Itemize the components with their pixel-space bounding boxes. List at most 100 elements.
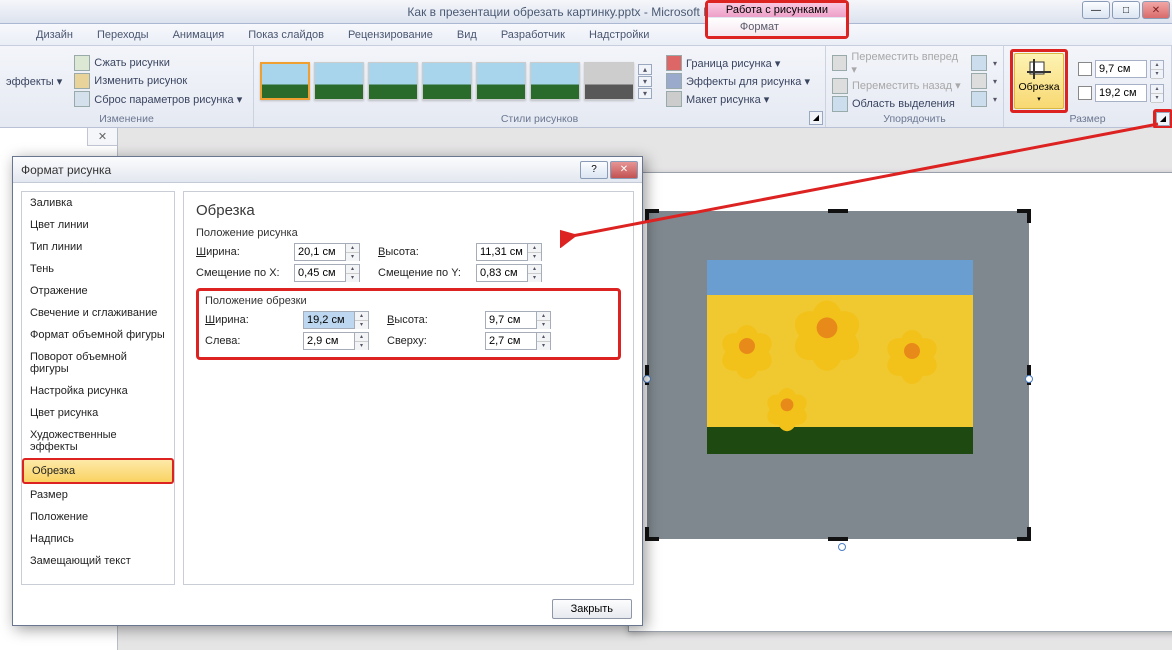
- selection-handle[interactable]: [1025, 375, 1033, 383]
- close-window-button[interactable]: ✕: [1142, 1, 1170, 19]
- nav-picture-corrections[interactable]: Настройка рисунка: [22, 380, 174, 402]
- picture-effects-button[interactable]: Эффекты для рисунка ▾: [666, 72, 810, 90]
- crop-width-input[interactable]: [303, 311, 355, 329]
- change-picture-icon: [74, 73, 90, 89]
- style-thumb[interactable]: [584, 62, 634, 100]
- dialog-help-button[interactable]: ?: [580, 161, 608, 179]
- size-launcher[interactable]: ◢: [1156, 112, 1170, 126]
- slide-surface[interactable]: [628, 172, 1172, 632]
- nav-textbox[interactable]: Надпись: [22, 528, 174, 550]
- tab-transitions[interactable]: Переходы: [97, 29, 149, 41]
- crop-button[interactable]: Обрезка ▾: [1014, 53, 1064, 109]
- style-thumb[interactable]: [314, 62, 364, 100]
- reset-picture-button[interactable]: Сброс параметров рисунка ▾: [74, 91, 242, 107]
- selection-pane-icon: [832, 96, 848, 112]
- crop-handle-t[interactable]: [828, 209, 848, 213]
- nav-3d-format[interactable]: Формат объемной фигуры: [22, 324, 174, 346]
- pic-height-input[interactable]: [476, 243, 528, 261]
- spinner[interactable]: ▴▾: [355, 311, 369, 329]
- picture-tools-label: Работа с рисунками: [708, 3, 846, 17]
- picture-styles-gallery[interactable]: ▴ ▾ ▾: [260, 62, 652, 100]
- pic-width-input[interactable]: [294, 243, 346, 261]
- style-thumb[interactable]: [530, 62, 580, 100]
- gallery-more-button[interactable]: ▾: [638, 88, 652, 99]
- spinner[interactable]: ▴▾: [537, 332, 551, 350]
- selection-pane-button[interactable]: Область выделения: [832, 95, 961, 113]
- panel-close-button[interactable]: ✕: [87, 128, 117, 146]
- crop-handle-tr[interactable]: [1013, 209, 1031, 227]
- tab-review[interactable]: Рецензирование: [348, 29, 433, 41]
- align-button[interactable]: ▾: [971, 54, 997, 72]
- spinner[interactable]: ▴▾: [355, 332, 369, 350]
- bring-forward-button[interactable]: Переместить вперед ▾: [832, 50, 961, 77]
- format-picture-dialog: Формат рисунка ? ✕ Заливка Цвет линии Ти…: [12, 156, 643, 626]
- nav-position[interactable]: Положение: [22, 506, 174, 528]
- nav-size[interactable]: Размер: [22, 484, 174, 506]
- crop-handle-tl[interactable]: [645, 209, 663, 227]
- crop-height-input[interactable]: [485, 311, 537, 329]
- gallery-down-button[interactable]: ▾: [638, 76, 652, 87]
- height-spinner[interactable]: ▴▾: [1150, 60, 1164, 78]
- crop-top-input[interactable]: [485, 332, 537, 350]
- picture-tools-context: Работа с рисунками Формат: [705, 0, 849, 39]
- format-tab[interactable]: Формат: [708, 18, 846, 36]
- style-thumb[interactable]: [368, 62, 418, 100]
- nav-crop[interactable]: Обрезка: [22, 458, 174, 484]
- nav-line-color[interactable]: Цвет линии: [22, 214, 174, 236]
- spinner[interactable]: ▴▾: [528, 243, 542, 261]
- style-thumb[interactable]: [422, 62, 472, 100]
- rotate-button[interactable]: ▾: [971, 90, 997, 108]
- spinner[interactable]: ▴▾: [346, 243, 360, 261]
- nav-picture-color[interactable]: Цвет рисунка: [22, 402, 174, 424]
- nav-line-style[interactable]: Тип линии: [22, 236, 174, 258]
- send-backward-button[interactable]: Переместить назад ▾: [832, 77, 961, 95]
- tab-animation[interactable]: Анимация: [173, 29, 225, 41]
- height-field[interactable]: 9,7 см: [1095, 60, 1147, 78]
- style-thumb[interactable]: [476, 62, 526, 100]
- nav-3d-rotation[interactable]: Поворот объемной фигуры: [22, 346, 174, 380]
- picture-layout-button[interactable]: Макет рисунка ▾: [666, 90, 810, 108]
- spinner[interactable]: ▴▾: [528, 264, 542, 282]
- label-crop-left: Слева:: [205, 335, 295, 347]
- crop-handle-bl[interactable]: [645, 523, 663, 541]
- picture[interactable]: [707, 260, 973, 454]
- maximize-button[interactable]: □: [1112, 1, 1140, 19]
- ribbon-tabs: Дизайн Переходы Анимация Показ слайдов Р…: [0, 24, 1172, 46]
- styles-launcher[interactable]: ◢: [809, 111, 823, 125]
- nav-reflection[interactable]: Отражение: [22, 280, 174, 302]
- group-button[interactable]: ▾: [971, 72, 997, 90]
- artistic-effects-button[interactable]: эффекты ▾: [6, 75, 62, 88]
- pic-offsety-input[interactable]: [476, 264, 528, 282]
- compress-pictures-button[interactable]: Сжать рисунки: [74, 55, 242, 71]
- minimize-button[interactable]: —: [1082, 1, 1110, 19]
- dialog-close-x-button[interactable]: ✕: [610, 161, 638, 179]
- nav-glow[interactable]: Свечение и сглаживание: [22, 302, 174, 324]
- tab-addins[interactable]: Надстройки: [589, 29, 649, 41]
- tab-design[interactable]: Дизайн: [36, 29, 73, 41]
- tab-slideshow[interactable]: Показ слайдов: [248, 29, 324, 41]
- change-group-label: Изменение: [6, 113, 247, 127]
- nav-fill[interactable]: Заливка: [22, 192, 174, 214]
- change-picture-button[interactable]: Изменить рисунок: [74, 73, 242, 89]
- height-icon: [1078, 62, 1092, 76]
- dialog-close-button[interactable]: Закрыть: [552, 599, 632, 619]
- crop-left-input[interactable]: [303, 332, 355, 350]
- width-field[interactable]: 19,2 см: [1095, 84, 1147, 102]
- crop-handle-b[interactable]: [828, 537, 848, 541]
- selection-handle[interactable]: [838, 543, 846, 551]
- crop-frame[interactable]: [647, 211, 1029, 539]
- width-spinner[interactable]: ▴▾: [1150, 84, 1164, 102]
- style-thumb[interactable]: [260, 62, 310, 100]
- nav-alt-text[interactable]: Замещающий текст: [22, 550, 174, 572]
- spinner[interactable]: ▴▾: [346, 264, 360, 282]
- pic-offsetx-input[interactable]: [294, 264, 346, 282]
- crop-handle-br[interactable]: [1013, 523, 1031, 541]
- tab-view[interactable]: Вид: [457, 29, 477, 41]
- selection-handle[interactable]: [643, 375, 651, 383]
- nav-artistic-effects[interactable]: Художественные эффекты: [22, 424, 174, 458]
- tab-developer[interactable]: Разработчик: [501, 29, 565, 41]
- gallery-up-button[interactable]: ▴: [638, 64, 652, 75]
- spinner[interactable]: ▴▾: [537, 311, 551, 329]
- nav-shadow[interactable]: Тень: [22, 258, 174, 280]
- picture-border-button[interactable]: Граница рисунка ▾: [666, 54, 810, 72]
